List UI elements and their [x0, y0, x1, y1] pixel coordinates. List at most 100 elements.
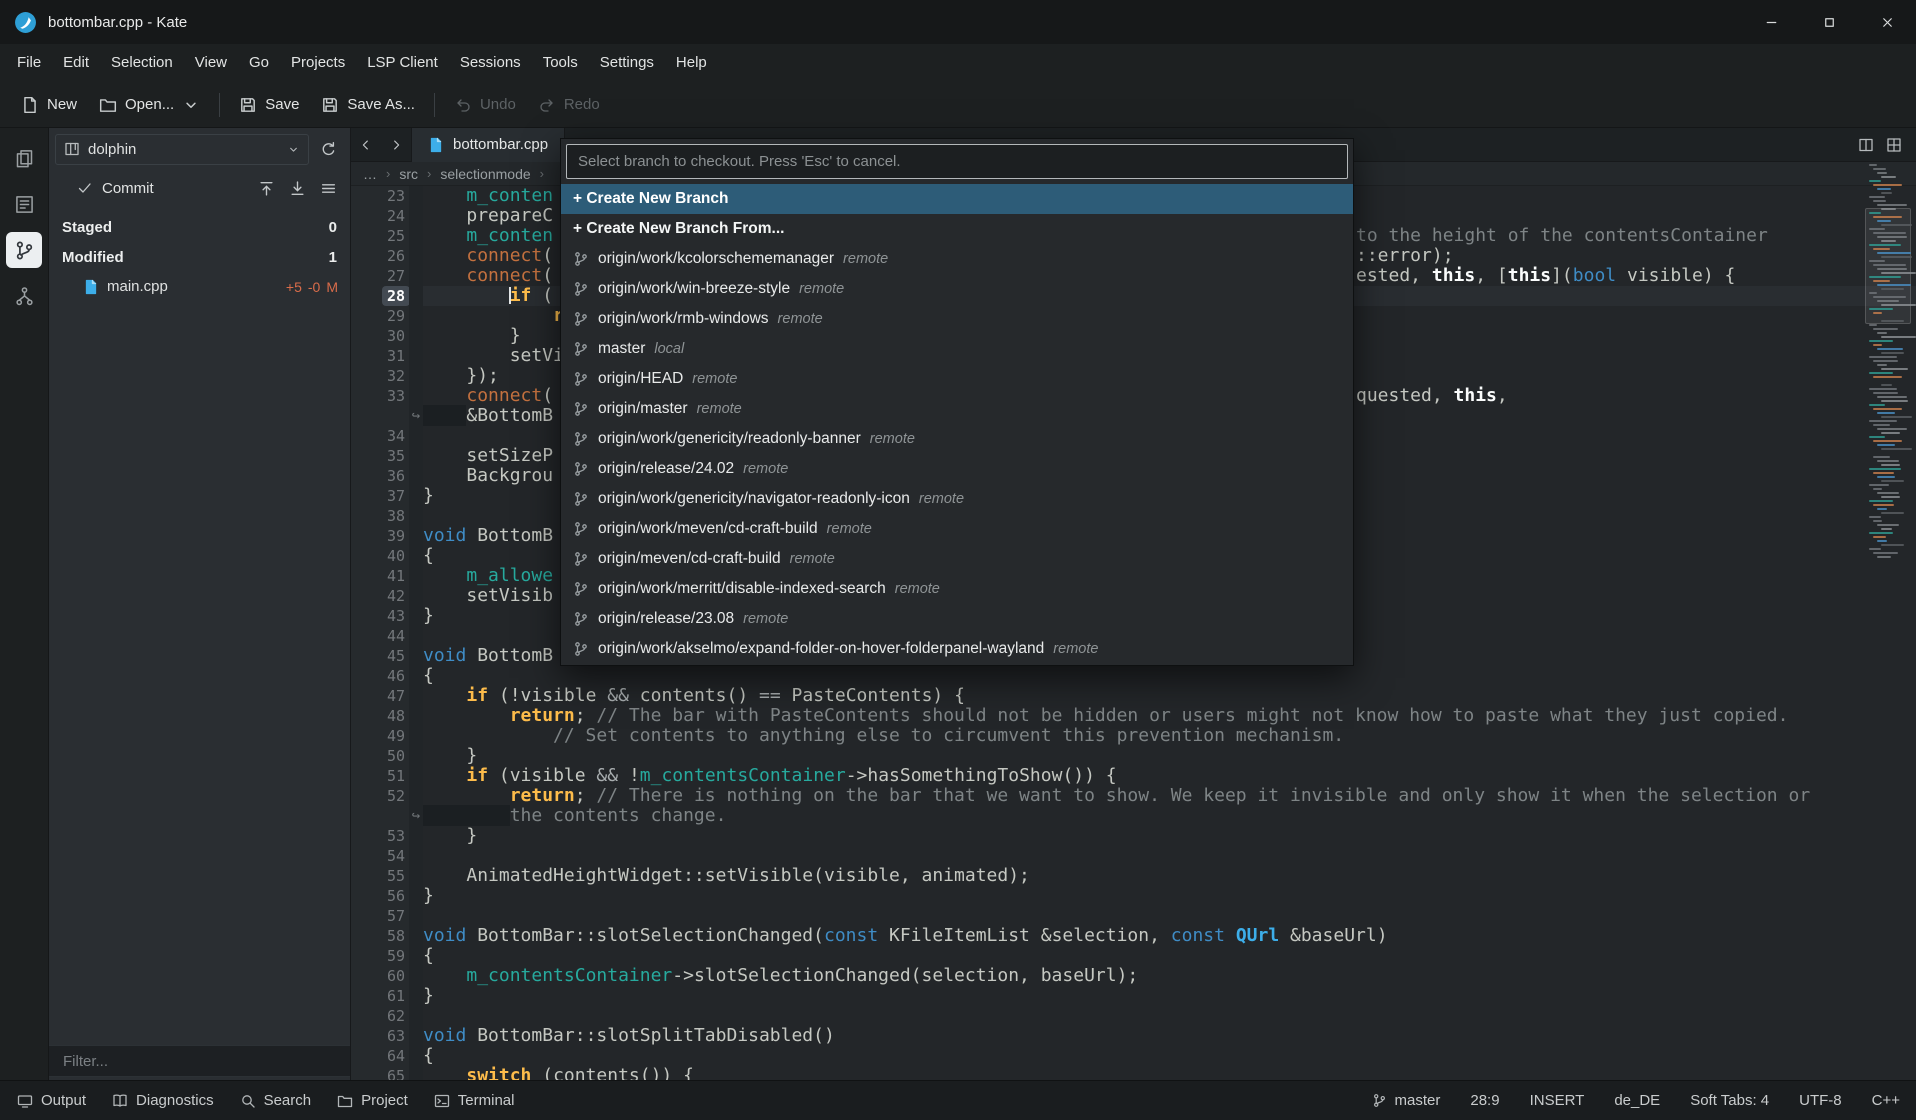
branch-item-origin-work-kcolorschememanager[interactable]: origin/work/kcolorschememanagerremote — [561, 244, 1353, 274]
line-number[interactable]: 43 — [351, 606, 409, 626]
code-line[interactable]: AnimatedHeightWidget::setVisible(visible… — [423, 866, 1916, 886]
breadcrumb-item[interactable]: selectionmode — [440, 166, 530, 182]
line-number[interactable]: 59 — [351, 946, 409, 966]
line-number[interactable]: 33 — [351, 386, 409, 406]
line-number[interactable]: 26 — [351, 246, 409, 266]
code-line[interactable]: } — [423, 746, 1916, 766]
code-line[interactable]: if (!visible && contents() == PasteConte… — [423, 686, 1916, 706]
code-line[interactable]: return; // There is nothing on the bar t… — [423, 786, 1916, 806]
code-line[interactable]: } — [423, 886, 1916, 906]
projects-tool-button[interactable] — [6, 186, 42, 222]
menu-view[interactable]: View — [184, 44, 238, 82]
status-28-9[interactable]: 28:9 — [1470, 1092, 1499, 1109]
git-tool-button[interactable] — [6, 232, 42, 268]
save-as-button[interactable]: Save As... — [310, 88, 426, 122]
line-number[interactable]: 35 — [351, 446, 409, 466]
branch-item-origin-work-meven-cd-craft-build[interactable]: origin/work/meven/cd-craft-buildremote — [561, 514, 1353, 544]
line-number[interactable]: 53 — [351, 826, 409, 846]
line-number[interactable]: 49 — [351, 726, 409, 746]
menu-tools[interactable]: Tools — [532, 44, 589, 82]
modified-section-row[interactable]: Modified 1 — [49, 242, 350, 272]
menu-sessions[interactable]: Sessions — [449, 44, 532, 82]
status-soft-tabs-4[interactable]: Soft Tabs: 4 — [1690, 1092, 1769, 1109]
line-number[interactable]: 63 — [351, 1026, 409, 1046]
line-number[interactable]: 52 — [351, 786, 409, 806]
line-number[interactable]: 56 — [351, 886, 409, 906]
line-number[interactable] — [351, 406, 409, 426]
code-line[interactable]: { — [423, 666, 1916, 686]
code-line[interactable] — [423, 846, 1916, 866]
line-number[interactable]: 47 — [351, 686, 409, 706]
status-c[interactable]: C++ — [1872, 1092, 1900, 1109]
branch-item-origin-work-genericity-navigator-readonly-icon[interactable]: origin/work/genericity/navigator-readonl… — [561, 484, 1353, 514]
line-number[interactable]: 34 — [351, 426, 409, 446]
branch-item-origin-master[interactable]: origin/masterremote — [561, 394, 1353, 424]
git-menu-button[interactable] — [313, 173, 344, 204]
history-back-button[interactable] — [351, 128, 381, 162]
branch-search-input[interactable] — [566, 144, 1348, 179]
code-line[interactable]: if (visible && !m_contentsContainer->has… — [423, 766, 1916, 786]
project-selector[interactable]: dolphin — [55, 134, 309, 165]
line-number[interactable]: 41 — [351, 566, 409, 586]
line-number[interactable]: 58 — [351, 926, 409, 946]
minimize-button[interactable] — [1742, 0, 1800, 44]
documents-tool-button[interactable] — [6, 140, 42, 176]
minimap-scrollbar[interactable] — [1865, 152, 1911, 1070]
line-number[interactable]: 65 — [351, 1066, 409, 1080]
line-number[interactable]: 45 — [351, 646, 409, 666]
line-number[interactable]: 28 — [351, 286, 409, 306]
branch-item-origin-release-23-08[interactable]: origin/release/23.08remote — [561, 604, 1353, 634]
line-number[interactable]: 42 — [351, 586, 409, 606]
commit-button[interactable]: Commit — [55, 173, 176, 204]
filter-input[interactable] — [49, 1045, 350, 1077]
menu-go[interactable]: Go — [238, 44, 280, 82]
menu-settings[interactable]: Settings — [589, 44, 665, 82]
menu-projects[interactable]: Projects — [280, 44, 356, 82]
line-number[interactable] — [351, 806, 409, 826]
status-terminal-button[interactable]: Terminal — [421, 1081, 528, 1120]
branch-item-origin-release-24-02[interactable]: origin/release/24.02remote — [561, 454, 1353, 484]
line-number[interactable]: 36 — [351, 466, 409, 486]
line-number[interactable]: 61 — [351, 986, 409, 1006]
line-number[interactable]: 62 — [351, 1006, 409, 1026]
line-number[interactable]: 40 — [351, 546, 409, 566]
line-number[interactable]: 46 — [351, 666, 409, 686]
code-line[interactable]: m_contentsContainer->slotSelectionChange… — [423, 966, 1916, 986]
code-line[interactable]: { — [423, 946, 1916, 966]
code-line[interactable]: { — [423, 1046, 1916, 1066]
code-line[interactable]: return; // The bar with PasteContents sh… — [423, 706, 1916, 726]
branch-item-origin-work-merritt-disable-indexed-search[interactable]: origin/work/merritt/disable-indexed-sear… — [561, 574, 1353, 604]
code-line[interactable] — [423, 1006, 1916, 1026]
status-output-button[interactable]: Output — [4, 1081, 99, 1120]
branch-action-create-new-branch[interactable]: + Create New Branch — [561, 184, 1353, 214]
line-number[interactable]: 51 — [351, 766, 409, 786]
status-master[interactable]: master — [1372, 1092, 1441, 1109]
line-number[interactable]: 38 — [351, 506, 409, 526]
breadcrumb-item[interactable]: … — [363, 166, 377, 182]
redo-button[interactable]: Redo — [527, 88, 611, 122]
menu-lsp-client[interactable]: LSP Client — [356, 44, 449, 82]
line-number[interactable]: 25 — [351, 226, 409, 246]
symbols-tool-button[interactable] — [6, 278, 42, 314]
line-number[interactable]: 55 — [351, 866, 409, 886]
changed-file-row[interactable]: main.cpp +5 -0 M — [49, 272, 350, 301]
breadcrumb-item[interactable]: src — [399, 166, 418, 182]
close-button[interactable] — [1858, 0, 1916, 44]
line-number[interactable]: 60 — [351, 966, 409, 986]
branch-item-origin-work-win-breeze-style[interactable]: origin/work/win-breeze-styleremote — [561, 274, 1353, 304]
branch-item-origin-head[interactable]: origin/HEADremote — [561, 364, 1353, 394]
line-number[interactable]: 27 — [351, 266, 409, 286]
open-button[interactable]: Open... — [88, 88, 211, 122]
history-forward-button[interactable] — [381, 128, 411, 162]
branch-item-origin-work-genericity-readonly-banner[interactable]: origin/work/genericity/readonly-bannerre… — [561, 424, 1353, 454]
code-line[interactable]: void BottomBar::slotSelectionChanged(con… — [423, 926, 1916, 946]
branch-action-create-new-branch-from[interactable]: + Create New Branch From... — [561, 214, 1353, 244]
line-number[interactable]: 30 — [351, 326, 409, 346]
menu-edit[interactable]: Edit — [52, 44, 100, 82]
menu-selection[interactable]: Selection — [100, 44, 184, 82]
code-line[interactable]: void BottomBar::slotSplitTabDisabled() — [423, 1026, 1916, 1046]
status-project-button[interactable]: Project — [324, 1081, 421, 1120]
line-number[interactable]: 48 — [351, 706, 409, 726]
line-number[interactable]: 54 — [351, 846, 409, 866]
new-button[interactable]: New — [10, 88, 88, 122]
